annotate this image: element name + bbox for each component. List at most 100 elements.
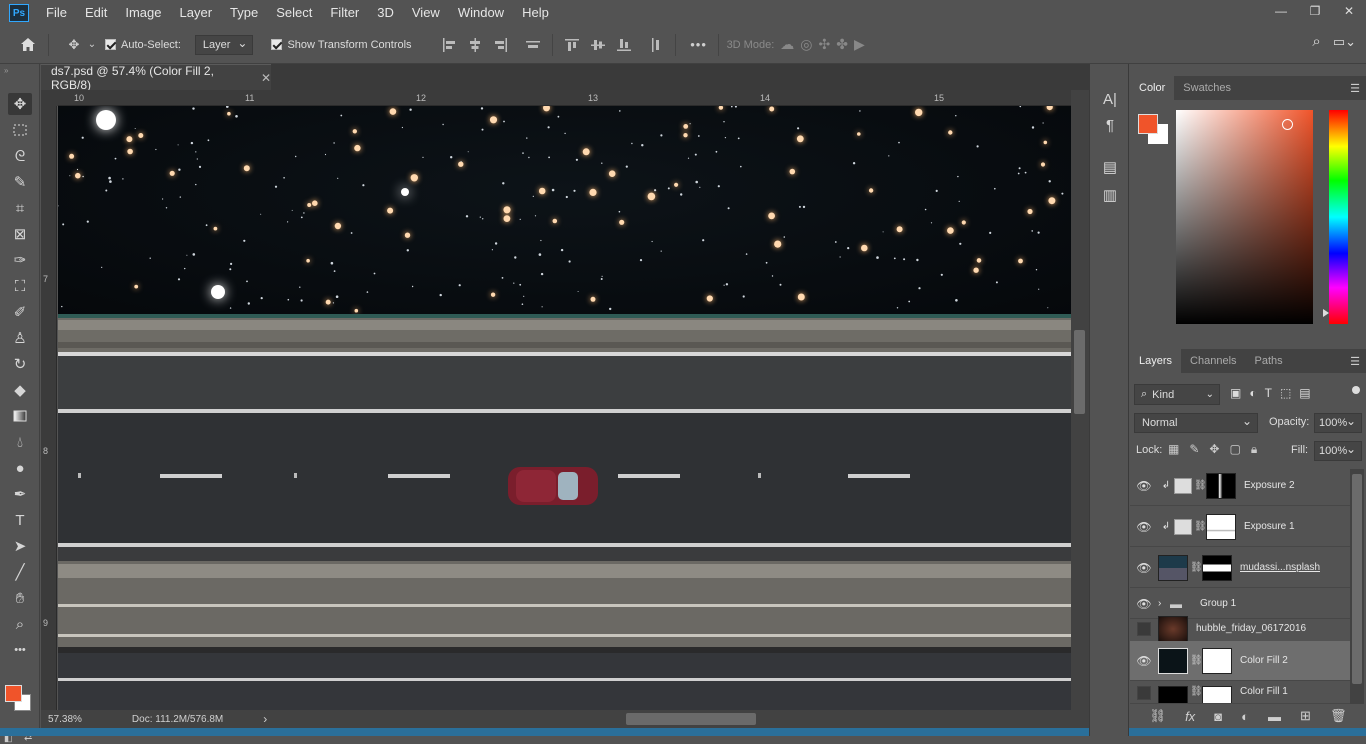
home-icon[interactable] bbox=[16, 33, 40, 57]
hue-slider[interactable] bbox=[1329, 110, 1348, 324]
align-vcenter-icon[interactable] bbox=[587, 33, 609, 57]
layer-thumbnail[interactable] bbox=[1158, 686, 1188, 703]
character-panel-icon[interactable]: A| bbox=[1101, 90, 1119, 108]
menu-edit[interactable]: Edit bbox=[76, 0, 116, 26]
filter-adjustment-icon[interactable]: ◐ bbox=[1249, 386, 1256, 400]
layer-row[interactable]: ⛓︎ Color Fill 1 bbox=[1130, 682, 1352, 704]
filter-pixel-icon[interactable]: ▣ bbox=[1230, 386, 1241, 400]
zoom-level[interactable]: 57.38% bbox=[48, 714, 82, 725]
saturation-brightness-field[interactable] bbox=[1176, 110, 1313, 324]
lock-all-icon[interactable]: 🔒︎ bbox=[1251, 442, 1257, 457]
menu-image[interactable]: Image bbox=[116, 0, 170, 26]
close-window-button[interactable]: ✕ bbox=[1332, 0, 1366, 22]
add-mask-icon[interactable]: ◙ bbox=[1214, 709, 1222, 724]
horizontal-scroll-thumb[interactable] bbox=[626, 713, 756, 725]
color-panel-foreground[interactable] bbox=[1138, 114, 1158, 134]
layer-thumbnail[interactable] bbox=[1158, 554, 1188, 581]
layer-thumbnail[interactable] bbox=[1158, 647, 1188, 674]
align-left-icon[interactable] bbox=[438, 33, 460, 57]
layer-name[interactable]: Color Fill 1 bbox=[1240, 686, 1288, 697]
hand-tool-icon[interactable]: ✋︎ bbox=[8, 587, 32, 609]
tab-layers[interactable]: Layers bbox=[1130, 349, 1182, 373]
new-group-icon[interactable]: ▬ bbox=[1268, 709, 1281, 724]
fx-icon[interactable]: fx bbox=[1185, 709, 1195, 724]
auto-select-checkbox[interactable] bbox=[105, 39, 116, 50]
workspace-icon[interactable]: ▭⌄ bbox=[1333, 34, 1356, 50]
new-layer-icon[interactable]: ⊞ bbox=[1300, 708, 1311, 724]
delete-layer-icon[interactable]: 🗑︎ bbox=[1330, 708, 1347, 724]
chevron-right-icon[interactable]: › bbox=[1158, 598, 1170, 609]
align-bottom-icon[interactable] bbox=[613, 33, 635, 57]
tab-color[interactable]: Color bbox=[1130, 76, 1175, 100]
link-layers-icon[interactable]: ⛓︎ bbox=[1150, 708, 1167, 724]
lock-position-icon[interactable]: ✥ bbox=[1209, 442, 1219, 457]
type-tool-icon[interactable]: T bbox=[8, 509, 32, 531]
close-tab-icon[interactable]: ✕ bbox=[261, 71, 271, 85]
layer-name[interactable]: Color Fill 2 bbox=[1240, 655, 1288, 666]
path-select-icon[interactable]: ➤ bbox=[8, 535, 32, 557]
lock-transparent-icon[interactable]: ▦ bbox=[1168, 442, 1179, 457]
libraries-panel-icon[interactable]: ▥ bbox=[1101, 186, 1119, 204]
document-canvas[interactable] bbox=[58, 106, 1071, 710]
gradient-tool-icon[interactable] bbox=[8, 405, 32, 427]
search-icon[interactable]: ⌕ bbox=[1312, 33, 1320, 50]
layer-name[interactable]: mudassi...nsplash bbox=[1240, 562, 1320, 573]
layer-name[interactable]: Group 1 bbox=[1200, 598, 1236, 609]
fill-field[interactable]: 100% bbox=[1314, 440, 1362, 461]
align-top-icon[interactable] bbox=[561, 33, 583, 57]
menu-3d[interactable]: 3D bbox=[368, 0, 403, 26]
3d-pan-icon[interactable]: ✣ bbox=[818, 36, 830, 53]
menu-filter[interactable]: Filter bbox=[321, 0, 368, 26]
move-tool-icon[interactable]: ✥ bbox=[8, 93, 32, 115]
marquee-tool-icon[interactable] bbox=[8, 119, 32, 141]
restore-button[interactable]: ❐ bbox=[1298, 0, 1332, 22]
blur-tool-icon[interactable]: 💧︎ bbox=[8, 431, 32, 453]
layer-row[interactable]: 👁︎ ↲ ⛓︎ Exposure 2 bbox=[1130, 466, 1352, 506]
layer-thumbnail[interactable] bbox=[1158, 615, 1188, 642]
vertical-scroll-thumb[interactable] bbox=[1074, 330, 1085, 414]
tab-paths[interactable]: Paths bbox=[1246, 349, 1292, 373]
pen-tool-icon[interactable]: ✒ bbox=[8, 483, 32, 505]
panel-menu-icon[interactable]: ☰ bbox=[1350, 355, 1360, 368]
eraser-tool-icon[interactable]: ◆ bbox=[8, 379, 32, 401]
history-brush-icon[interactable]: ↻ bbox=[8, 353, 32, 375]
adjustment-layer-icon[interactable]: ◐ bbox=[1241, 709, 1249, 724]
eye-icon[interactable]: 👁︎ bbox=[1130, 561, 1158, 575]
filter-shape-icon[interactable]: ⬚ bbox=[1280, 386, 1291, 400]
lasso-tool-icon[interactable]: ᘓ bbox=[8, 145, 32, 167]
menu-layer[interactable]: Layer bbox=[171, 0, 222, 26]
brush-tool-icon[interactable]: ✐ bbox=[8, 301, 32, 323]
hue-slider-handle[interactable] bbox=[1323, 309, 1329, 317]
3d-scale-icon[interactable]: ▶ bbox=[854, 36, 865, 53]
layer-row[interactable]: 👁︎ ⛓︎ mudassi...nsplash bbox=[1130, 548, 1352, 588]
3d-roll-icon[interactable]: ◎ bbox=[800, 36, 812, 53]
filter-type-icon[interactable]: T bbox=[1265, 386, 1272, 400]
distribute-h-icon[interactable] bbox=[522, 33, 544, 57]
layer-mask-thumbnail[interactable] bbox=[1202, 686, 1232, 703]
dodge-tool-icon[interactable]: ● bbox=[8, 457, 32, 479]
layer-mask-thumbnail[interactable] bbox=[1202, 554, 1232, 581]
tab-swatches[interactable]: Swatches bbox=[1174, 76, 1240, 100]
layer-row[interactable]: 👁︎ ↲ ⛓︎ Exposure 1 bbox=[1130, 507, 1352, 547]
eyedropper-tool-icon[interactable]: ✑ bbox=[8, 249, 32, 271]
layer-name[interactable]: hubble_friday_06172016 bbox=[1196, 623, 1306, 634]
visibility-toggle[interactable] bbox=[1137, 686, 1151, 700]
auto-select-dropdown[interactable]: Layer bbox=[194, 34, 254, 55]
lock-artboard-icon[interactable]: ▢ bbox=[1229, 442, 1240, 457]
visibility-toggle[interactable] bbox=[1137, 621, 1151, 636]
layer-name[interactable]: Exposure 2 bbox=[1244, 480, 1295, 491]
layer-name[interactable]: Exposure 1 bbox=[1244, 521, 1295, 532]
menu-type[interactable]: Type bbox=[221, 0, 267, 26]
foreground-color-swatch[interactable] bbox=[5, 685, 22, 702]
collapse-icon[interactable]: » bbox=[4, 66, 8, 75]
properties-panel-icon[interactable]: ▤ bbox=[1101, 158, 1119, 176]
quick-select-tool-icon[interactable]: ✎ bbox=[8, 171, 32, 193]
eye-icon[interactable]: 👁︎ bbox=[1130, 479, 1158, 493]
menu-select[interactable]: Select bbox=[267, 0, 321, 26]
menu-file[interactable]: File bbox=[37, 0, 76, 26]
move-tool-icon[interactable]: ✥ bbox=[63, 33, 85, 57]
distribute-v-icon[interactable] bbox=[645, 33, 667, 57]
menu-view[interactable]: View bbox=[403, 0, 449, 26]
show-transform-checkbox[interactable] bbox=[271, 39, 283, 50]
filter-kind-dropdown[interactable]: ⌕ Kind ⌄ bbox=[1134, 384, 1220, 405]
